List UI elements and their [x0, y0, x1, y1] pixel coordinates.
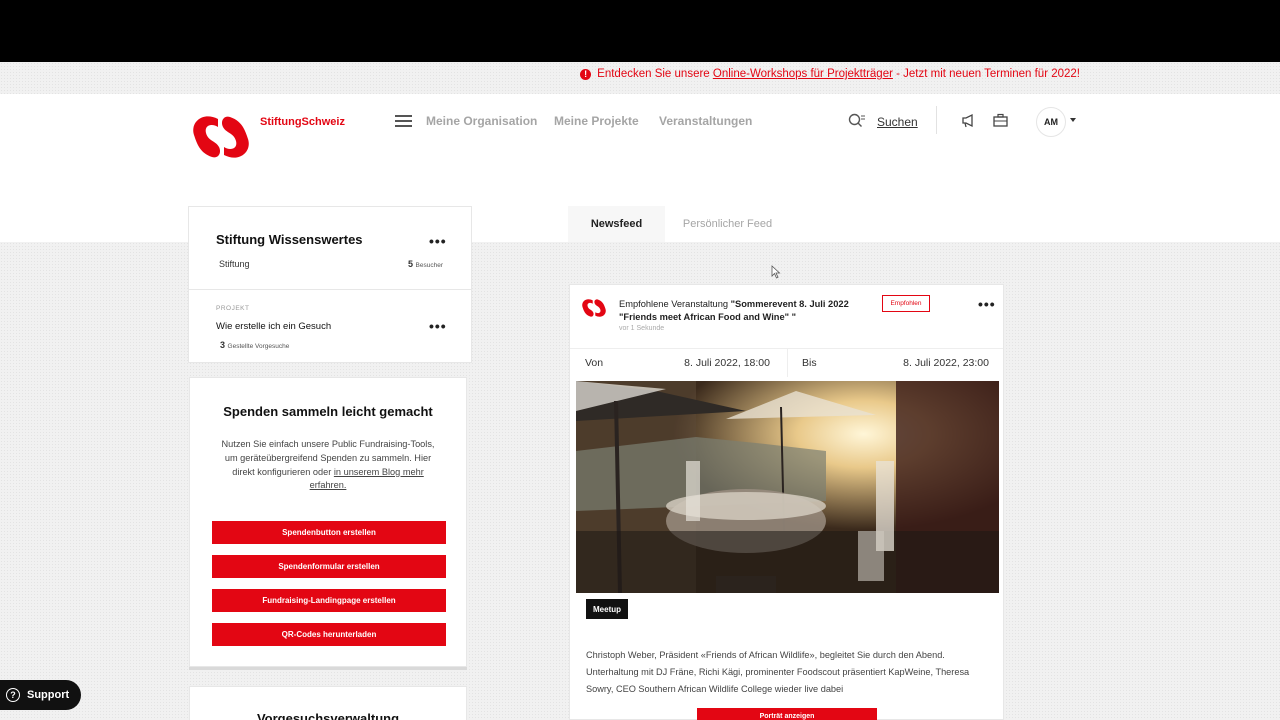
project-kicker: PROJEKT — [216, 305, 250, 312]
fundraising-card: Spenden sammeln leicht gemacht Nutzen Si… — [189, 377, 467, 667]
visitor-count: 5 Besucher — [408, 259, 443, 269]
notice-bar: ! Entdecken Sie unsere Online-Workshops … — [0, 62, 1280, 94]
requests-count: 3 Gestellte Vorgesuche — [220, 340, 290, 350]
chevron-down-icon[interactable] — [1070, 118, 1076, 122]
notice-workshop-link[interactable]: Online-Workshops für Projektträger — [713, 68, 893, 80]
menu-icon[interactable] — [395, 115, 412, 127]
organisation-title[interactable]: Stiftung Wissenswertes — [216, 232, 363, 247]
blog-link[interactable]: in unserem Blog mehr — [334, 467, 424, 477]
date-to-value: 8. Juli 2022, 23:00 — [903, 357, 989, 369]
feed-post-card: Empfohlene Veranstaltung "Sommerevent 8.… — [569, 284, 1004, 720]
notice-text: Entdecken Sie unsere Online-Workshops fü… — [597, 68, 1080, 80]
qr-codes-button[interactable]: QR-Codes herunterladen — [212, 623, 446, 646]
fundraising-title: Spenden sammeln leicht gemacht — [223, 404, 433, 419]
post-more-options-icon[interactable]: ••• — [978, 296, 996, 312]
nav-meine-organisation[interactable]: Meine Organisation — [426, 114, 537, 128]
organisation-type: Stiftung — [219, 259, 250, 269]
more-options-icon[interactable]: ••• — [429, 233, 447, 249]
spendenformular-button[interactable]: Spendenformular erstellen — [212, 555, 446, 578]
tab-newsfeed[interactable]: Newsfeed — [568, 206, 665, 242]
date-divider — [787, 349, 788, 377]
recommended-badge: Empfohlen — [882, 295, 930, 312]
landingpage-button[interactable]: Fundraising-Landingpage erstellen — [212, 589, 446, 612]
date-to-label: Bis — [802, 357, 817, 369]
brand-name[interactable]: StiftungSchweiz — [260, 116, 345, 128]
event-photo[interactable] — [576, 381, 999, 593]
nav-veranstaltungen[interactable]: Veranstaltungen — [659, 114, 752, 128]
mouse-cursor-icon — [771, 265, 781, 279]
post-timestamp: vor 1 Sekunde — [619, 325, 665, 332]
search-link[interactable]: Suchen — [877, 115, 918, 129]
date-from-value: 8. Juli 2022, 18:00 — [684, 357, 770, 369]
stiftungschweiz-logo[interactable] — [188, 113, 254, 161]
nav-meine-projekte[interactable]: Meine Projekte — [554, 114, 639, 128]
user-avatar[interactable]: AM — [1036, 107, 1066, 137]
spendenbutton-button[interactable]: Spendenbutton erstellen — [212, 521, 446, 544]
support-button[interactable]: ? Support — [0, 680, 81, 710]
blog-link-continued[interactable]: erfahren. — [310, 480, 347, 490]
browser-top-bar — [0, 0, 1280, 62]
alert-icon: ! — [580, 68, 592, 80]
search-icon[interactable] — [848, 113, 866, 129]
project-title[interactable]: Wie erstelle ich ein Gesuch — [216, 321, 331, 332]
post-author-logo[interactable] — [580, 297, 608, 319]
post-description: Christoph Weber, Präsident «Friends of A… — [586, 650, 970, 694]
feed-tabs: Newsfeed Persönlicher Feed — [568, 206, 1004, 242]
date-from-label: Von — [585, 357, 604, 369]
card-divider — [189, 289, 471, 290]
fundraising-text: Nutzen Sie einfach unsere Public Fundrai… — [221, 439, 435, 491]
project-more-options-icon[interactable]: ••• — [429, 318, 447, 334]
megaphone-icon[interactable] — [961, 113, 976, 128]
organisation-card: Stiftung Wissenswertes ••• Stiftung 5 Be… — [188, 206, 472, 363]
show-portrait-button[interactable]: Porträt anzeigen — [697, 708, 877, 720]
vorgesuch-title: Vorgesuchsverwaltung — [256, 711, 400, 720]
vorgesuch-card: Vorgesuchsverwaltung — [189, 686, 467, 720]
meetup-tag[interactable]: Meetup — [586, 599, 628, 619]
help-icon: ? — [6, 688, 20, 702]
post-heading[interactable]: Empfohlene Veranstaltung "Sommerevent 8.… — [619, 298, 879, 324]
briefcase-icon[interactable] — [993, 113, 1008, 128]
tab-persoenlicher-feed[interactable]: Persönlicher Feed — [665, 206, 790, 242]
header-divider — [936, 106, 937, 134]
